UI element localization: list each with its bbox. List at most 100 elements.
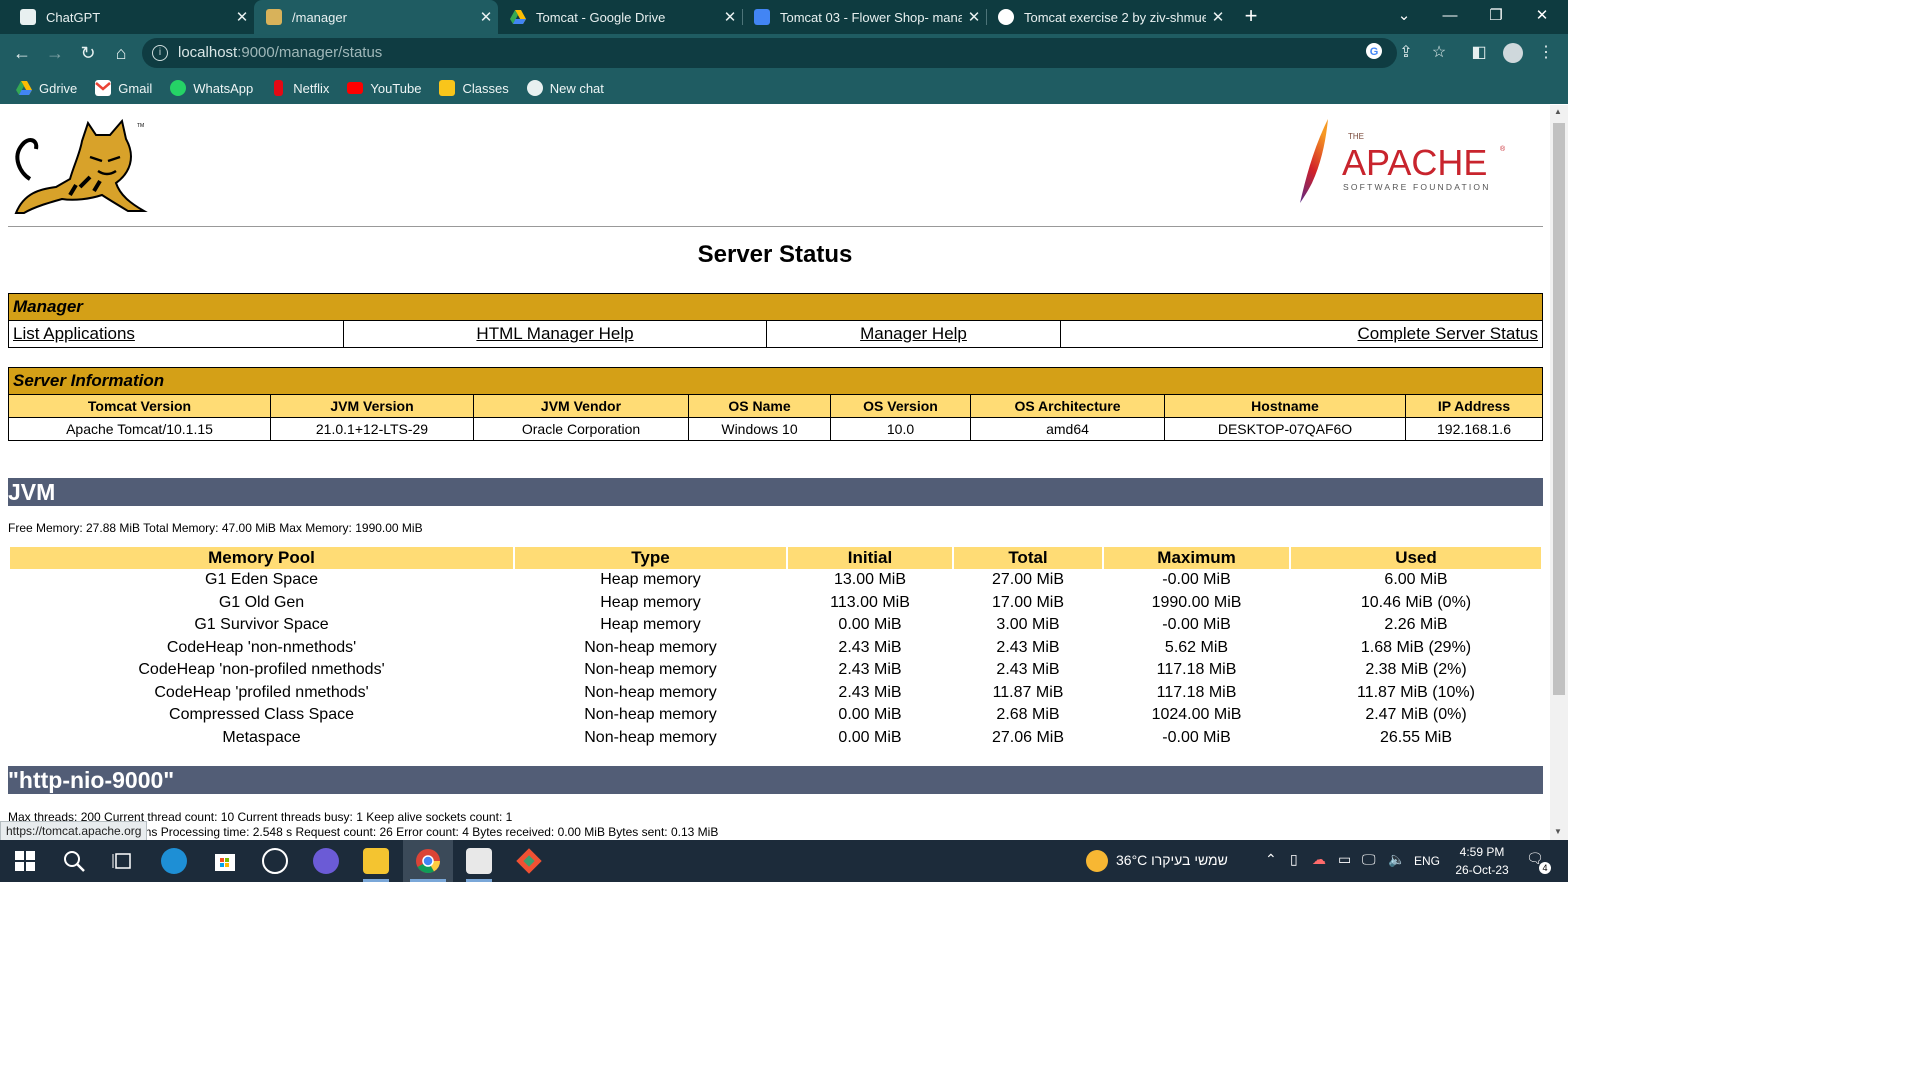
- phone-link-icon[interactable]: ▯: [1290, 851, 1298, 868]
- table-cell: Apache Tomcat/10.1.15: [8, 417, 271, 441]
- table-cell: G1 Old Gen: [218, 593, 305, 611]
- microsoft-store-icon[interactable]: [212, 848, 238, 874]
- connector-heading: "http-nio-9000": [8, 766, 1543, 794]
- table-cell: Metaspace: [222, 728, 301, 746]
- volume-icon[interactable]: 🔈: [1388, 851, 1405, 868]
- manager-cell: HTML Manager Help: [343, 320, 767, 348]
- search-icon[interactable]: [61, 848, 87, 874]
- new-tab-button[interactable]: +: [1238, 3, 1264, 29]
- chevron-up-icon[interactable]: ⌃: [1265, 851, 1277, 868]
- page-content: TM THE APACHE ® SOFTWARE FOUNDATION Serv…: [0, 105, 1550, 840]
- clock-time[interactable]: 4:59 PM: [1452, 845, 1512, 859]
- tomcat-logo[interactable]: TM: [10, 117, 150, 217]
- tab-chatgpt[interactable]: ChatGPT ✕: [8, 0, 254, 34]
- java-icon[interactable]: [466, 848, 492, 874]
- google-lens-icon[interactable]: G: [1363, 42, 1385, 64]
- tab-title: Tomcat - Google Drive: [536, 9, 666, 25]
- apache-logo[interactable]: THE APACHE ® SOFTWARE FOUNDATION: [1292, 117, 1522, 207]
- table-cell: amd64: [970, 417, 1165, 441]
- weather-icon[interactable]: [1086, 850, 1108, 872]
- bookmark-gmail[interactable]: Gmail: [95, 80, 152, 96]
- tab-separator: [986, 9, 987, 25]
- table-cell: 113.00 MiB: [830, 593, 910, 611]
- bookmark-label: YouTube: [370, 80, 422, 96]
- tab-manager[interactable]: /manager ✕: [254, 0, 498, 34]
- onedrive-error-icon[interactable]: ☁: [1312, 851, 1326, 868]
- address-bar[interactable]: i localhost:9000/manager/status: [142, 38, 1397, 68]
- windows-start-icon[interactable]: [12, 848, 38, 874]
- bookmark-label: New chat: [549, 80, 604, 96]
- url-path: :9000/manager/status: [237, 44, 383, 61]
- scroll-up-icon[interactable]: ▲: [1554, 107, 1562, 116]
- table-cell: 117.18 MiB: [1156, 661, 1237, 679]
- close-icon[interactable]: ✕: [1206, 8, 1230, 26]
- close-icon[interactable]: ✕: [962, 8, 986, 26]
- menu-kebab-icon[interactable]: ⋮: [1535, 42, 1557, 64]
- bookmark-gdrive[interactable]: Gdrive: [16, 80, 77, 96]
- restore-button[interactable]: ❐: [1473, 0, 1519, 34]
- html-manager-help-link[interactable]: HTML Manager Help: [476, 324, 633, 343]
- table-cell: 2.47 MiB (0%): [1365, 706, 1467, 724]
- url-text[interactable]: localhost:9000/manager/status: [178, 38, 382, 68]
- manager-heading: Manager: [8, 293, 1543, 321]
- bookmark-label: WhatsApp: [193, 80, 254, 96]
- table-cell: 2.43 MiB: [838, 661, 902, 679]
- table-cell: 2.43 MiB: [996, 661, 1060, 679]
- back-icon[interactable]: ←: [9, 40, 35, 66]
- close-icon[interactable]: ✕: [230, 8, 254, 26]
- reload-icon[interactable]: ↻: [75, 40, 101, 66]
- battery-icon[interactable]: ▭: [1338, 851, 1351, 868]
- close-icon[interactable]: ✕: [474, 8, 498, 26]
- table-cell: 26.55 MiB: [1379, 728, 1453, 746]
- git-icon[interactable]: [516, 848, 542, 874]
- file-explorer-icon[interactable]: [363, 848, 389, 874]
- edge-icon[interactable]: [161, 848, 187, 874]
- minimize-button[interactable]: —: [1427, 0, 1473, 34]
- profile-avatar[interactable]: [1502, 42, 1524, 64]
- table-cell: DESKTOP-07QAF6O: [1164, 417, 1406, 441]
- running-indicator: [410, 879, 446, 882]
- tab-strip: ChatGPT ✕ /manager ✕ Tomcat - Google Dri…: [0, 0, 1568, 34]
- bookmark-whatsapp[interactable]: WhatsApp: [170, 80, 253, 96]
- bookmark-netflix[interactable]: Netflix: [271, 80, 329, 96]
- task-view-icon[interactable]: [110, 848, 136, 874]
- apache-logo-the: THE: [1348, 132, 1364, 141]
- clock-date[interactable]: 26-Oct-23: [1450, 863, 1514, 877]
- forward-icon[interactable]: →: [42, 40, 68, 66]
- close-icon[interactable]: ✕: [718, 8, 742, 26]
- tab-github[interactable]: Tomcat exercise 2 by ziv-shmuel ✕: [986, 0, 1230, 34]
- chrome-icon[interactable]: [415, 848, 441, 874]
- side-panel-icon[interactable]: ◧: [1468, 42, 1490, 64]
- github-icon: [998, 9, 1014, 25]
- scroll-down-icon[interactable]: ▼: [1554, 827, 1562, 836]
- tab-google-docs[interactable]: Tomcat 03 - Flower Shop- mana ✕: [742, 0, 986, 34]
- bookmark-classes[interactable]: Classes: [439, 80, 509, 96]
- bookmark-youtube[interactable]: YouTube: [347, 81, 421, 96]
- table-cell: 2.43 MiB: [838, 638, 902, 656]
- dell-icon[interactable]: [262, 848, 288, 874]
- table-cell: Non-heap memory: [584, 683, 717, 701]
- complete-server-status-link[interactable]: Complete Server Status: [1358, 324, 1538, 343]
- list-applications-link[interactable]: List Applications: [13, 324, 135, 343]
- table-row: G1 Old Gen Heap memory 113.00 MiB 17.00 MiB…: [10, 592, 1541, 615]
- home-icon[interactable]: ⌂: [108, 40, 134, 66]
- table-cell: Non-heap memory: [584, 728, 717, 746]
- language-indicator[interactable]: ENG: [1414, 854, 1440, 868]
- tab-google-drive[interactable]: Tomcat - Google Drive ✕: [498, 0, 742, 34]
- site-info-icon[interactable]: i: [152, 45, 168, 61]
- column-header: OS Name: [688, 394, 831, 418]
- manager-help-link[interactable]: Manager Help: [860, 324, 967, 343]
- network-icon[interactable]: 🖵: [1362, 851, 1376, 868]
- weather-text[interactable]: 36°C שמשי בעיקרו: [1116, 852, 1228, 868]
- table-cell: 3.00 MiB: [996, 616, 1060, 634]
- share-icon[interactable]: ⇪: [1395, 42, 1417, 64]
- close-window-button[interactable]: ✕: [1519, 0, 1565, 34]
- bookmark-star-icon[interactable]: ☆: [1428, 42, 1450, 64]
- jvm-heading: JVM: [8, 478, 1543, 506]
- table-row: G1 Survivor Space Heap memory 0.00 MiB 3.00…: [10, 614, 1541, 637]
- scrollbar-thumb[interactable]: [1553, 123, 1565, 695]
- cortana-icon[interactable]: [313, 848, 339, 874]
- bookmark-new-chat[interactable]: New chat: [526, 80, 604, 96]
- page-scrollbar[interactable]: ▲ ▼: [1550, 105, 1568, 840]
- tab-search-icon[interactable]: ⌄: [1381, 0, 1427, 34]
